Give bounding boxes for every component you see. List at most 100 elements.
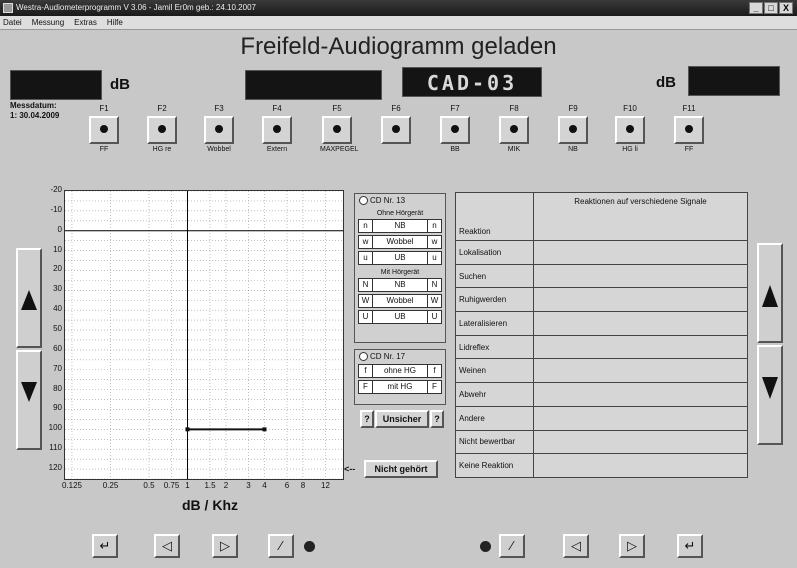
unsicher-button[interactable]: Unsicher [375, 410, 429, 428]
reaction-cell[interactable] [533, 429, 748, 455]
cd17-label: CD Nr. 17 [370, 352, 406, 361]
audiogram-chart[interactable] [64, 190, 344, 480]
cell: Wobbel [386, 237, 414, 246]
enter-left-button[interactable]: ↵ [92, 534, 118, 558]
signal-row[interactable]: U UB U [358, 310, 442, 324]
reaction-cell[interactable] [533, 382, 748, 407]
fkey-f9: F9 NB [556, 104, 590, 153]
messdatum-label: Messdatum: [10, 101, 57, 110]
menu-datei[interactable]: Datei [3, 16, 22, 29]
fkey-f3: F3 Wobbel [202, 104, 236, 153]
reaction-cell[interactable] [533, 287, 748, 313]
level-up-button[interactable] [16, 248, 42, 348]
nicht-gehoert-arrow: <-- [344, 464, 356, 474]
table-row[interactable]: Nicht bewertbar [455, 429, 748, 455]
minimize-button[interactable]: _ [749, 2, 763, 14]
menu-messung[interactable]: Messung [32, 16, 64, 29]
enter-right-button[interactable]: ↵ [677, 534, 703, 558]
reaction-cell[interactable] [533, 358, 748, 384]
cell: f [359, 365, 373, 377]
y-tick-label: 0 [57, 224, 62, 234]
led-dot-icon [569, 125, 577, 133]
unsicher-help-right-button[interactable]: ? [430, 410, 444, 428]
table-row[interactable]: Weinen [455, 358, 748, 384]
reaction-cell[interactable] [533, 405, 748, 431]
right-level-down-button[interactable] [757, 345, 783, 445]
prev-right-button[interactable]: ◁ [563, 534, 589, 558]
fkey-f5: F5 MAXPEGEL [320, 104, 359, 153]
signal-row[interactable]: w Wobbel w [358, 235, 442, 249]
table-row[interactable]: Ruhigwerden [455, 287, 748, 313]
fkey-button-f6[interactable] [381, 116, 411, 144]
prev-left-button[interactable]: ◁ [154, 534, 180, 558]
reaction-label: Ruhigwerden [455, 287, 534, 313]
fkey-button-extern[interactable] [262, 116, 292, 144]
cell: Wobbel [386, 296, 414, 305]
x-tick-label: 0.75 [163, 481, 180, 490]
signal-row[interactable]: n NB n [358, 219, 442, 233]
table-row[interactable]: Lateralisieren [455, 311, 748, 336]
cd17-radio[interactable]: CD Nr. 17 [355, 350, 445, 364]
maximize-button[interactable]: □ [764, 2, 778, 14]
table-row[interactable]: Keine Reaktion [455, 453, 748, 478]
right-level-up-button[interactable] [757, 243, 783, 343]
fkey-button-nb[interactable] [558, 116, 588, 144]
table-row[interactable]: Andere [455, 405, 748, 431]
fkey-label: F11 [682, 104, 696, 113]
level-down-button[interactable] [16, 350, 42, 450]
fkey-button-hg-re[interactable] [147, 116, 177, 144]
fkey-button-mik[interactable] [499, 116, 529, 144]
cell: N [359, 279, 373, 291]
reaction-cell[interactable] [533, 453, 748, 478]
fkey-button-maxpegel[interactable] [322, 116, 352, 144]
cd13-radio[interactable]: CD Nr. 13 [355, 194, 445, 208]
menu-hilfe[interactable]: Hilfe [107, 16, 123, 29]
reaction-label: Reaktion [455, 192, 534, 241]
signal-row[interactable]: Fmit HG F [358, 380, 442, 394]
status-led-left-icon [304, 541, 315, 552]
close-button[interactable]: X [779, 2, 793, 14]
fkey-label: F7 [450, 104, 460, 113]
cursor-right-button[interactable]: ⁄ [499, 534, 525, 558]
cell: W [359, 295, 373, 307]
next-right-button[interactable]: ▷ [619, 534, 645, 558]
fkey-button-hg-li[interactable] [615, 116, 645, 144]
fkey-button-ff[interactable] [89, 116, 119, 144]
menu-extras[interactable]: Extras [74, 16, 97, 29]
table-row[interactable]: Suchen [455, 263, 748, 289]
cursor-left-button[interactable]: ⁄ [268, 534, 294, 558]
reactions-header: Reaktionen auf verschiedene Signale [533, 192, 748, 241]
cell: n [427, 220, 441, 232]
fkey-sublabel: FF [684, 146, 694, 153]
signal-row[interactable]: f ohne HG f [358, 364, 442, 378]
table-row[interactable]: Abwehr [455, 382, 748, 407]
page-title: Freifeld-Audiogramm geladen [240, 33, 557, 60]
table-row[interactable]: Lidreflex [455, 334, 748, 360]
signal-row[interactable]: N NB N [358, 278, 442, 292]
fkey-label: F1 [99, 104, 109, 113]
fkey-sublabel: BB [450, 146, 460, 153]
fkey-button-wobbel[interactable] [204, 116, 234, 144]
menu-bar: Datei Messung Extras Hilfe [0, 16, 797, 30]
reaction-cell[interactable] [533, 240, 748, 265]
unsicher-help-left-button[interactable]: ? [360, 410, 374, 428]
fkey-sublabel: MAXPEGEL [320, 146, 359, 153]
radio-icon [359, 352, 368, 362]
cd13-label: CD Nr. 13 [370, 196, 406, 205]
cell: ohne HG [383, 366, 417, 375]
signal-row[interactable]: u UB u [358, 251, 442, 265]
table-row[interactable]: Lokalisation [455, 240, 748, 265]
next-left-button[interactable]: ▷ [212, 534, 238, 558]
signal-row[interactable]: W Wobbel W [358, 294, 442, 308]
fkey-button-bb[interactable] [440, 116, 470, 144]
reaction-cell[interactable] [533, 311, 748, 336]
fkey-button-ff-right[interactable] [674, 116, 704, 144]
fkey-sublabel: HG li [622, 146, 638, 153]
reaction-cell[interactable] [533, 263, 748, 289]
fkey-f7: F7 BB [438, 104, 472, 153]
fkey-label: F4 [272, 104, 282, 113]
cell: u [359, 252, 373, 264]
reaction-cell[interactable] [533, 334, 748, 360]
nicht-gehoert-button[interactable]: Nicht gehört [364, 460, 438, 478]
audiogram-plot[interactable] [65, 190, 343, 480]
